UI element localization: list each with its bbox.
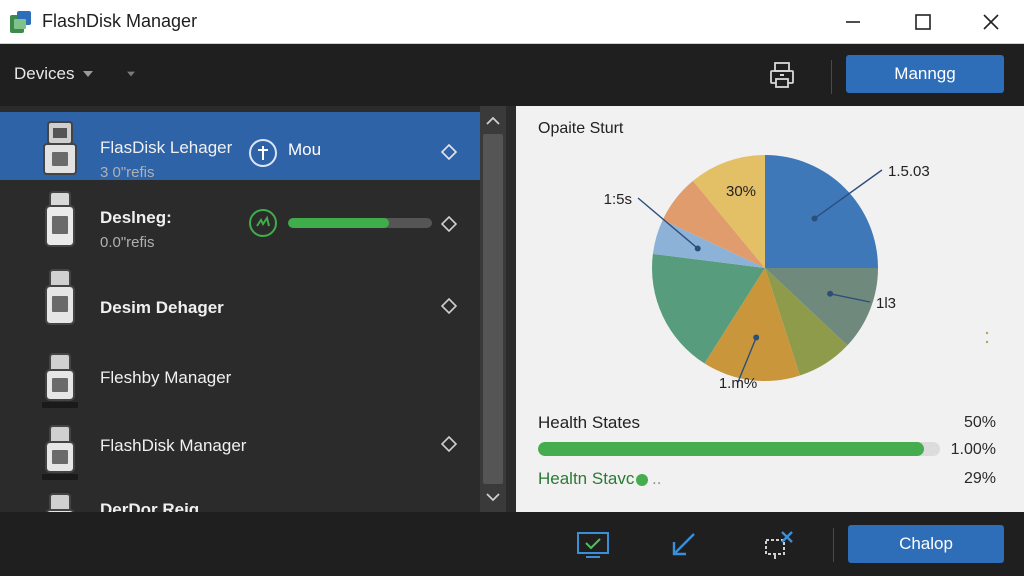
health-progress-fill xyxy=(538,442,924,456)
bottom-divider xyxy=(833,528,834,562)
device-list-scrollbar[interactable] xyxy=(480,106,506,512)
storage-pie-chart: 1.5.03 1l3 1.m% 1:5s 30% xyxy=(604,155,930,392)
health-status-label: Health States xyxy=(538,413,641,432)
edit-arrow-icon[interactable] xyxy=(668,528,702,560)
toolbar-divider xyxy=(831,60,832,94)
close-button[interactable] xyxy=(960,0,1022,44)
chevron-down-icon[interactable] xyxy=(127,71,135,77)
pie-slice-label: 1.m% xyxy=(719,375,757,392)
device-row[interactable]: Deslneg: 0.0"refis xyxy=(0,186,480,254)
usb-drive-icon xyxy=(43,121,77,175)
health-bar-percent: 1.00% xyxy=(950,441,996,458)
pie-slice-label: 1l3 xyxy=(876,295,896,312)
pie-slice-label: 30% xyxy=(726,183,756,200)
device-name: FlasDisk Lehager xyxy=(100,138,233,157)
tools-icon[interactable] xyxy=(762,528,796,560)
window-title: FlashDisk Manager xyxy=(42,11,198,31)
health-progress-bar xyxy=(538,442,940,456)
device-detail: 3 0"refis xyxy=(100,164,155,181)
printer-icon[interactable] xyxy=(766,59,798,91)
device-row[interactable]: FlasDisk Lehager 3 0"refis Mou xyxy=(0,112,480,181)
usb-transfer-icon[interactable] xyxy=(248,138,278,168)
maximize-button[interactable] xyxy=(892,0,954,44)
device-progress-bar xyxy=(288,218,432,228)
scroll-down-icon[interactable] xyxy=(480,486,506,508)
usb-drive-icon xyxy=(45,269,75,325)
device-list: FlasDisk Lehager 3 0"refis Mou Deslneg: … xyxy=(0,106,480,512)
diamond-option-icon[interactable] xyxy=(441,436,457,452)
status-dot-icon xyxy=(636,474,648,486)
device-name: Desim Dehager xyxy=(100,298,224,317)
device-detail: 0.0"refis xyxy=(100,234,155,251)
scrollbar-thumb[interactable] xyxy=(483,134,503,484)
details-panel: Opaite Sturt 1.5.03 1l3 1.m% 1:5s 30% Health… xyxy=(516,106,1024,512)
pie-slice xyxy=(765,155,878,268)
manage-button[interactable]: Manngg xyxy=(846,55,1004,93)
more-options-icon[interactable] xyxy=(984,330,990,346)
scroll-up-icon[interactable] xyxy=(480,110,506,132)
toolbar: Devices Manngg xyxy=(0,44,1024,106)
devices-dropdown[interactable]: Devices xyxy=(14,64,74,84)
health-status-label-secondary: Healtn Stavc xyxy=(538,469,635,488)
device-progress-fill xyxy=(288,218,389,228)
diamond-option-icon[interactable] xyxy=(441,144,457,160)
title-bar: FlashDisk Manager xyxy=(0,0,1024,44)
minimize-button[interactable] xyxy=(822,0,884,44)
close-icon xyxy=(983,14,999,30)
chevron-down-icon[interactable] xyxy=(83,71,93,77)
diamond-option-icon[interactable] xyxy=(441,298,457,314)
health-secondary-percent: 29% xyxy=(963,470,996,487)
device-name: FlashDisk Manager xyxy=(100,436,247,455)
pie-slice-label: 1.5.03 xyxy=(888,163,930,180)
chart-title: Opaite Sturt xyxy=(538,120,624,137)
device-row[interactable]: DerDor Reig xyxy=(0,488,480,512)
device-name: DerDor Reig xyxy=(100,500,200,512)
app-logo-icon xyxy=(10,11,31,33)
usb-drive-icon xyxy=(42,353,78,408)
health-percent: 50% xyxy=(963,414,996,431)
minimize-icon xyxy=(846,21,860,23)
device-status: Mou xyxy=(288,140,322,159)
health-leaf-icon[interactable] xyxy=(248,208,278,238)
bottom-toolbar: Chalop xyxy=(0,512,1024,576)
device-row[interactable]: FlashDisk Manager xyxy=(0,418,480,486)
usb-drive-icon xyxy=(45,191,75,247)
cleanup-button[interactable]: Chalop xyxy=(848,525,1004,563)
monitor-check-icon[interactable] xyxy=(576,528,610,560)
device-name: Deslneg: xyxy=(100,208,172,227)
maximize-icon xyxy=(915,14,931,30)
usb-drive-icon xyxy=(42,425,78,480)
pie-slice-label: 1:5s xyxy=(604,191,632,208)
health-label-suffix: .. xyxy=(652,469,662,488)
usb-drive-icon xyxy=(45,493,75,512)
device-row[interactable]: Fleshby Manager xyxy=(0,346,480,414)
device-row[interactable]: Desim Dehager xyxy=(0,264,480,332)
diamond-option-icon[interactable] xyxy=(441,216,457,232)
device-name: Fleshby Manager xyxy=(100,368,232,387)
